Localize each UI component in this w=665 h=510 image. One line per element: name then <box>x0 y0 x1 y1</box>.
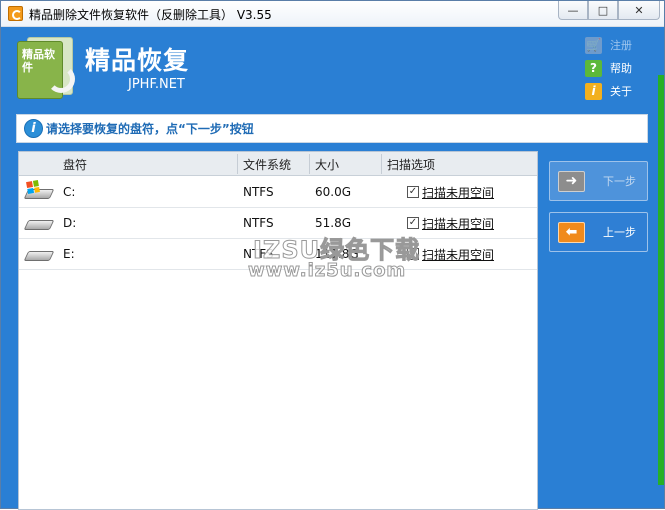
drive-list: 盘符 文件系统 大小 扫描选项 C: NTFS 60.0G ✓ 扫描未用空间 D… <box>18 151 538 510</box>
cart-icon: 🛒 <box>585 36 602 54</box>
close-button[interactable]: ✕ <box>618 1 660 20</box>
file-system: NTFS <box>243 216 274 230</box>
column-header-size[interactable]: 大小 <box>315 156 339 173</box>
menu-item-about[interactable]: i 关于 <box>585 80 632 102</box>
next-step-button[interactable]: ➜ 下一步 <box>549 161 648 201</box>
drive-letter: D: <box>63 216 77 230</box>
app-window: 精品删除文件恢复软件（反删除工具） V3.55 — □ ✕ 精品软件 精品恢复 … <box>0 0 665 510</box>
drive-size: 51.8G <box>315 216 352 230</box>
brand-url: JPHF.NET <box>128 77 185 92</box>
arrow-right-icon: ➜ <box>558 170 585 192</box>
menu-label-about: 关于 <box>610 85 632 98</box>
system-drive-icon <box>23 180 55 202</box>
side-accent-bar <box>658 75 664 485</box>
menu-item-register[interactable]: 🛒 注册 <box>585 34 632 56</box>
menu-item-help[interactable]: ? 帮助 <box>585 57 632 79</box>
prev-step-label: 上一步 <box>603 226 636 239</box>
window-controls: — □ ✕ <box>558 1 660 20</box>
title-bar[interactable]: 精品删除文件恢复软件（反删除工具） V3.55 — □ ✕ <box>1 1 664 27</box>
column-header-drive[interactable]: 盘符 <box>63 156 87 173</box>
instruction-text: 请选择要恢复的盘符，点“下一步”按钮 <box>46 122 254 136</box>
hard-drive-icon <box>23 215 55 233</box>
minimize-button[interactable]: — <box>558 1 588 20</box>
instruction-bar: i 请选择要恢复的盘符，点“下一步”按钮 <box>16 114 648 143</box>
column-header-filesystem[interactable]: 文件系统 <box>243 156 291 173</box>
question-icon: ? <box>585 59 602 77</box>
brand-title: 精品恢复 <box>85 46 190 75</box>
info-icon: i <box>585 82 602 100</box>
table-row[interactable]: C: NTFS 60.0G ✓ 扫描未用空间 <box>19 177 537 208</box>
scan-option-label[interactable]: 扫描未用空间 <box>422 184 494 201</box>
column-header-scan-option[interactable]: 扫描选项 <box>387 156 435 173</box>
scan-option-label[interactable]: 扫描未用空间 <box>422 215 494 232</box>
drive-size: 60.0G <box>315 185 352 199</box>
window-title: 精品删除文件恢复软件（反删除工具） V3.55 <box>29 8 272 22</box>
next-step-label: 下一步 <box>603 175 636 188</box>
drive-letter: C: <box>63 185 76 199</box>
scan-unused-checkbox[interactable]: ✓ <box>407 217 419 229</box>
prev-step-button[interactable]: ⬅ 上一步 <box>549 212 648 252</box>
header-banner: 精品软件 精品恢复 JPHF.NET 🛒 注册 ? 帮助 i 关于 <box>1 27 664 112</box>
scan-unused-checkbox[interactable]: ✓ <box>407 186 419 198</box>
file-system: NTFS <box>243 185 274 199</box>
hard-drive-icon <box>23 246 55 264</box>
maximize-button[interactable]: □ <box>588 1 618 20</box>
scan-option-label[interactable]: 扫描未用空间 <box>422 246 494 263</box>
table-header: 盘符 文件系统 大小 扫描选项 <box>19 152 537 176</box>
info-circle-icon: i <box>24 119 43 138</box>
watermark-line-2: www.iz5u.com <box>247 260 407 282</box>
drive-letter: E: <box>63 247 75 261</box>
side-menu: 🛒 注册 ? 帮助 i 关于 <box>585 34 632 103</box>
product-logo-icon: 精品软件 <box>17 35 77 99</box>
arrow-left-icon: ⬅ <box>558 221 585 243</box>
app-logo-icon <box>8 6 23 21</box>
menu-label-help: 帮助 <box>610 62 632 75</box>
menu-label-register: 注册 <box>610 39 632 52</box>
